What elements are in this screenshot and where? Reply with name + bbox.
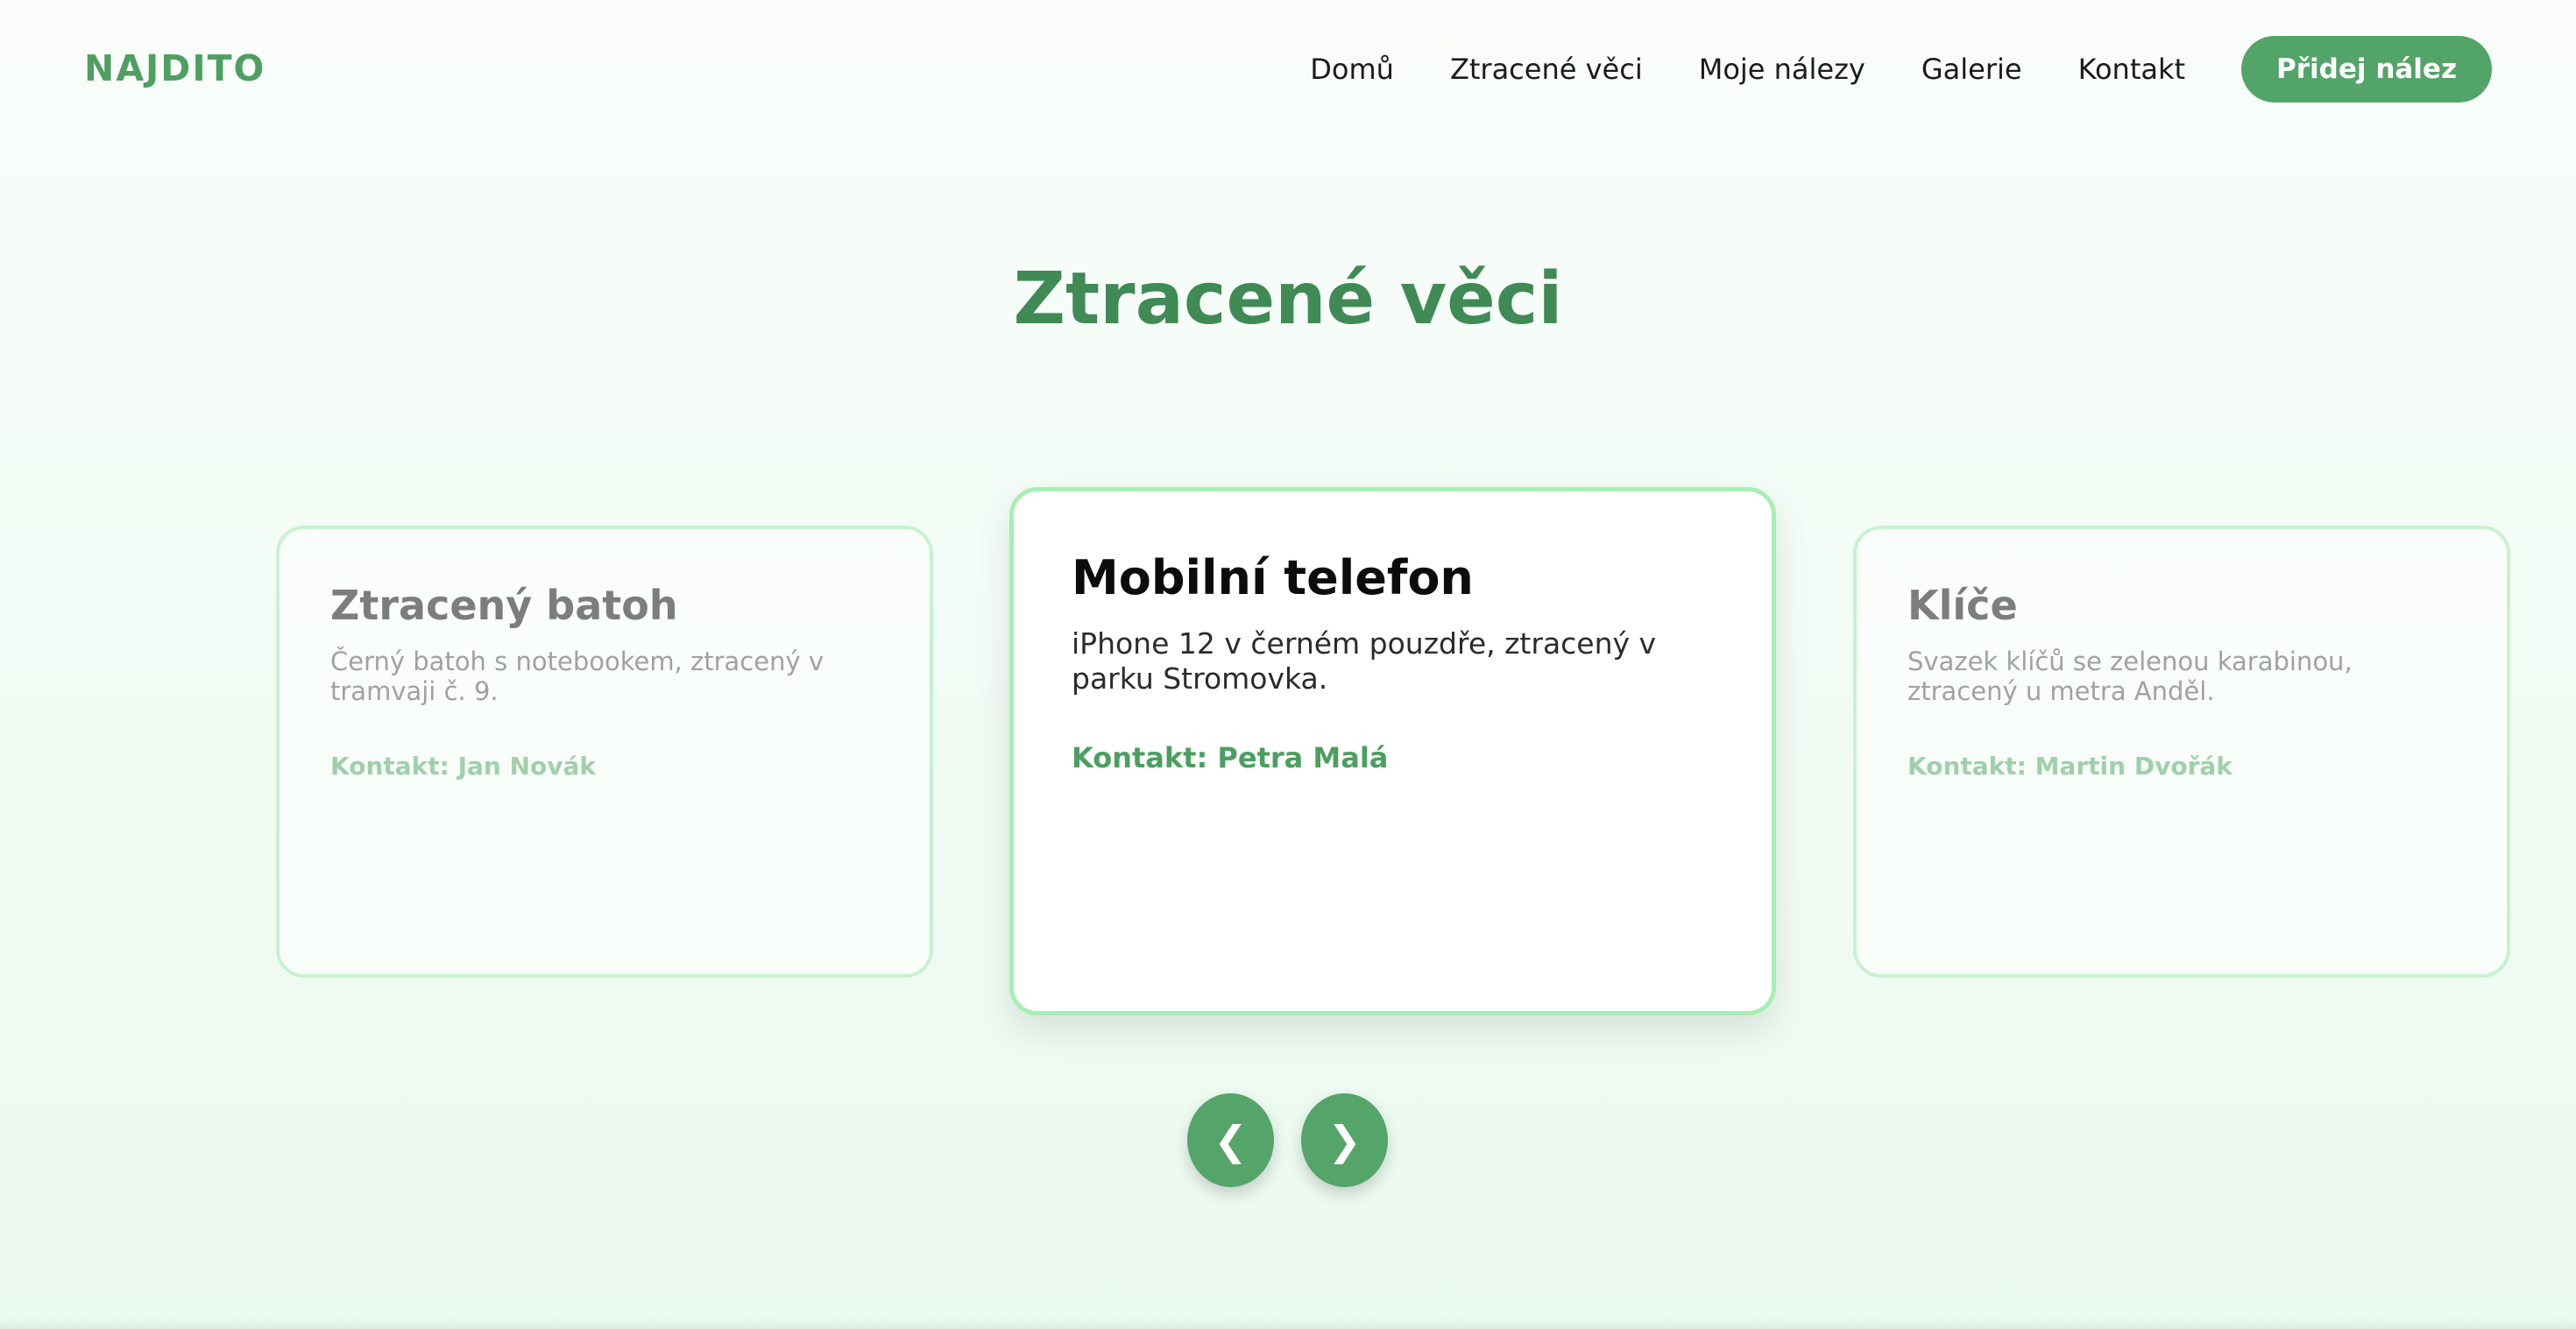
logo[interactable]: NAJDITO: [84, 46, 265, 91]
card-description: iPhone 12 v černém pouzdře, ztracený v p…: [1072, 626, 1657, 696]
card-title: Ztracený batoh: [330, 582, 678, 629]
chevron-right-icon: ❯: [1327, 1116, 1362, 1164]
main-nav: Domů Ztracené věci Moje nálezy Galerie K…: [1310, 35, 2492, 103]
add-find-button[interactable]: Přidej nález: [2241, 36, 2492, 103]
nav-link-lost-items[interactable]: Ztracené věci: [1450, 52, 1643, 87]
item-card-backpack[interactable]: Ztracený batoh Černý batoh s notebookem,…: [276, 526, 933, 978]
carousel-next-button[interactable]: ❯: [1301, 1093, 1388, 1187]
nav-link-home[interactable]: Domů: [1310, 52, 1394, 87]
card-title: Mobilní telefon: [1072, 550, 1474, 605]
chevron-left-icon: ❮: [1214, 1116, 1248, 1164]
item-card-keys[interactable]: Klíče Svazek klíčů se zelenou karabinou,…: [1853, 526, 2510, 978]
card-title: Klíče: [1907, 582, 2018, 629]
card-contact: Kontakt: Jan Novák: [330, 752, 597, 781]
nav-link-contact[interactable]: Kontakt: [2078, 52, 2185, 87]
page-title: Ztracené věci: [1013, 258, 1563, 341]
card-contact: Kontakt: Petra Malá: [1072, 741, 1389, 774]
nav-link-gallery[interactable]: Galerie: [1921, 52, 2022, 87]
bottom-shade: [0, 1317, 2576, 1329]
nav-link-my-finds[interactable]: Moje nálezy: [1699, 52, 1865, 87]
site-header: NAJDITO Domů Ztracené věci Moje nálezy G…: [0, 0, 2576, 138]
carousel-prev-button[interactable]: ❮: [1187, 1093, 1274, 1187]
card-description: Černý batoh s notebookem, ztracený v tra…: [330, 647, 824, 706]
item-card-phone[interactable]: Mobilní telefon iPhone 12 v černém pouzd…: [1009, 487, 1776, 1015]
card-description: Svazek klíčů se zelenou karabinou, ztrac…: [1907, 647, 2353, 706]
card-contact: Kontakt: Martin Dvořák: [1907, 752, 2233, 781]
